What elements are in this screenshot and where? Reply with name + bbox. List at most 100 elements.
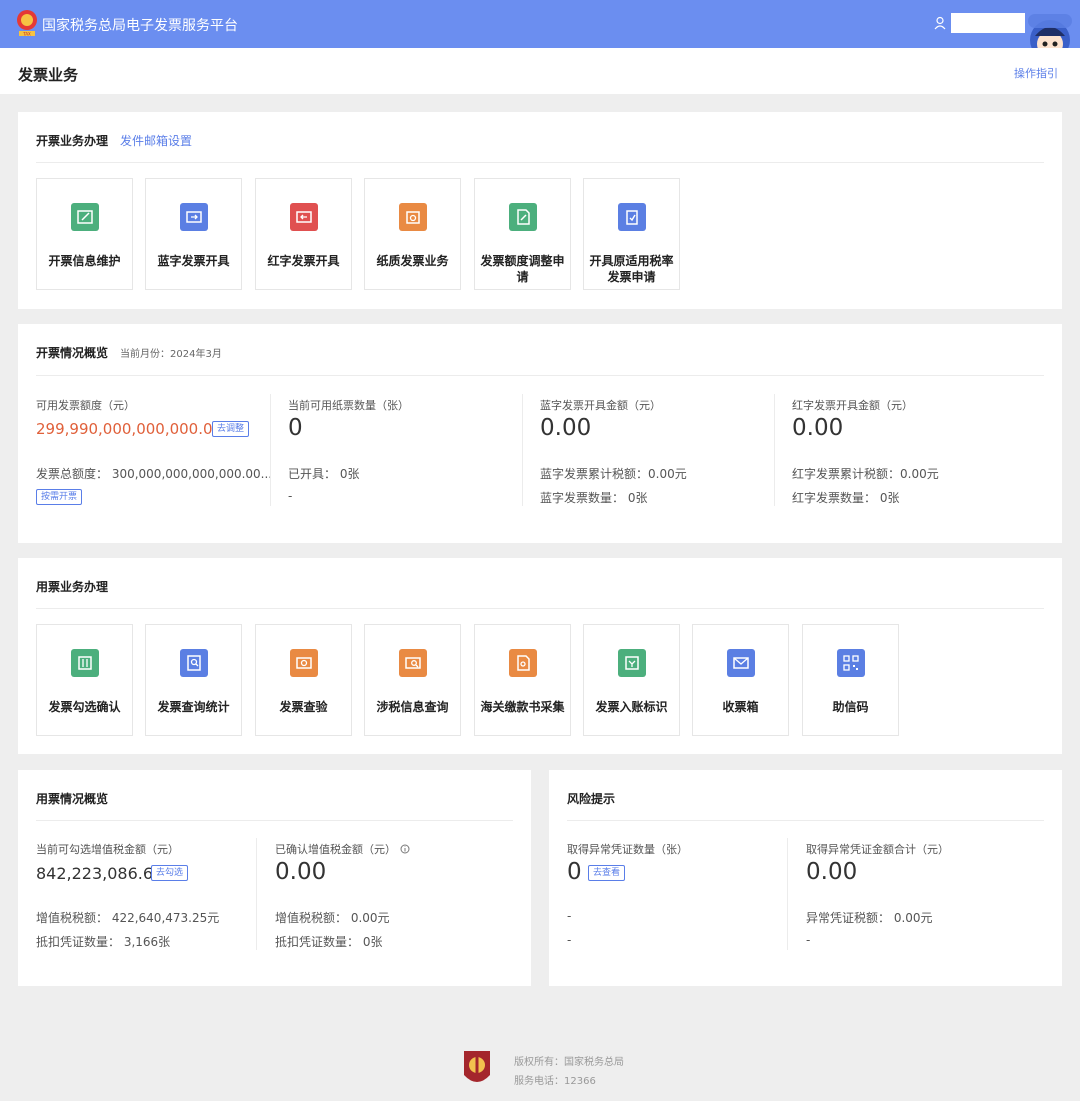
tile-customs-payment-collect[interactable]: 海关缴款书采集 (474, 624, 571, 736)
user-icon[interactable] (934, 16, 946, 30)
tile-blue-invoice-issue[interactable]: 蓝字发票开具 (145, 178, 242, 290)
confirmed-count-line: 抵扣凭证数量： 0张 (275, 935, 383, 949)
top-bar: TAX 国家税务总局电子发票服务平台 (0, 0, 1080, 60)
tax-info-query-icon (399, 649, 427, 677)
issue-overview-card: 开票情况概览 当前月份：2024年3月 可用发票额度（元） 299,990,000… (18, 324, 1062, 543)
abnormal-tax-line: 异常凭证税额： 0.00元 (806, 911, 933, 925)
page-title: 发票业务 (18, 66, 79, 84)
column-divider (522, 394, 523, 506)
quota-adjust-icon (509, 203, 537, 231)
tile-label: 纸质发票业务 (376, 254, 449, 268)
tile-red-invoice-issue[interactable]: 红字发票开具 (255, 178, 352, 290)
tax-bureau-emblem-icon (464, 1051, 490, 1082)
tile-label: 发票额度调整申请 (480, 254, 565, 284)
column-divider (774, 394, 775, 506)
sender-email-settings-link[interactable]: 发件邮箱设置 (120, 134, 192, 148)
tile-label: 发票查验 (279, 700, 328, 714)
confirmed-vat-value: 0.00 (275, 859, 327, 885)
tile-label: 发票查询统计 (157, 700, 230, 714)
column-divider (256, 838, 257, 950)
red-tax-line: 红字发票累计税额：0.00元 (792, 467, 939, 481)
tile-label: 发票入账标识 (595, 700, 668, 714)
operation-guide-link[interactable]: 操作指引 (1014, 65, 1058, 81)
mailbox-icon (727, 649, 755, 677)
tile-label: 红字发票开具 (267, 254, 340, 268)
tile-tax-info-query[interactable]: 涉税信息查询 (364, 624, 461, 736)
divider (36, 820, 513, 821)
blue-invoice-icon (180, 203, 208, 231)
confirmed-vat-heading: 已确认增值税金额（元） (275, 841, 410, 857)
qr-code-icon (837, 649, 865, 677)
issue-overview-title: 开票情况概览 (36, 346, 109, 360)
paper-invoice-icon (399, 203, 427, 231)
invoice-ledger-icon (618, 649, 646, 677)
use-overview-card: 用票情况概览 当前可勾选增值税金额（元） 842,223,086.60 去勾选 … (18, 770, 531, 986)
issue-overview-heading: 开票情况概览 当前月份：2024年3月 (36, 344, 222, 361)
tile-label: 助信码 (832, 700, 869, 714)
divider (36, 608, 1044, 609)
customs-collect-icon (509, 649, 537, 677)
info-icon[interactable] (400, 844, 410, 854)
available-quota-label: 可用发票额度（元） (36, 399, 135, 412)
red-invoice-icon (290, 203, 318, 231)
tile-label: 开具原适用税率发票申请 (589, 254, 674, 284)
footer-copyright: 版权所有：国家税务总局 (514, 1057, 624, 1068)
selectable-vat-label: 当前可勾选增值税金额（元） (36, 843, 179, 856)
paper-issued-line: 已开具： 0张 (288, 467, 360, 481)
red-amount-label: 红字发票开具金额（元） (792, 399, 913, 412)
tile-invoice-ledger-mark[interactable]: 发票入账标识 (583, 624, 680, 736)
divider (567, 820, 1044, 821)
edit-invoice-icon (71, 203, 99, 231)
page-header: 发票业务 操作指引 (0, 48, 1080, 94)
total-quota-line: 发票总额度： 300,000,000,000,000.00... (36, 467, 273, 481)
abnormal-count-line2: - (567, 933, 572, 947)
go-view-button[interactable]: 去查看 (588, 865, 626, 881)
abnormal-amount-line2: - (806, 933, 811, 947)
blue-count-line: 蓝字发票数量： 0张 (540, 491, 648, 505)
confirmed-tax-line: 增值税税额： 0.00元 (275, 911, 390, 925)
svg-text:TAX: TAX (22, 31, 31, 36)
app-title: 国家税务总局电子发票服务平台 (42, 18, 238, 34)
selectable-tax-line: 增值税税额： 422,640,473.25元 (36, 911, 220, 925)
tile-invoice-select-confirm[interactable]: 发票勾选确认 (36, 624, 133, 736)
blue-amount-value: 0.00 (540, 415, 592, 441)
issue-business-title: 开票业务办理 (36, 134, 109, 148)
use-business-title: 用票业务办理 (36, 580, 109, 594)
tile-assist-code[interactable]: 助信码 (802, 624, 899, 736)
abnormal-amount-label: 取得异常凭证金额合计（元） (806, 843, 949, 856)
on-demand-issue-button[interactable]: 按需开票 (36, 489, 83, 505)
red-count-line: 红字发票数量： 0张 (792, 491, 900, 505)
invoice-query-icon (180, 649, 208, 677)
issue-business-card: 开票业务办理 发件邮箱设置 开票信息维护 蓝字发票开具 红字发票开具 纸质发票业务… (18, 112, 1062, 309)
tile-label: 开票信息维护 (48, 254, 121, 268)
available-quota-value: 299,990,000,000,000.00 (36, 420, 223, 438)
tile-invoice-query-stats[interactable]: 发票查询统计 (145, 624, 242, 736)
issue-business-heading: 开票业务办理 发件邮箱设置 (36, 132, 192, 149)
tile-invoice-verify[interactable]: 发票查验 (255, 624, 352, 736)
go-select-button[interactable]: 去勾选 (151, 865, 189, 881)
paper-count-label: 当前可用纸票数量（张） (288, 399, 409, 412)
tile-paper-invoice-business[interactable]: 纸质发票业务 (364, 178, 461, 290)
column-divider (787, 838, 788, 950)
tile-label: 收票箱 (722, 700, 759, 714)
footer-phone: 服务电话：12366 (514, 1076, 596, 1087)
abnormal-amount-value: 0.00 (806, 859, 858, 885)
tile-label: 海关缴款书采集 (480, 700, 565, 714)
tile-invoice-mailbox[interactable]: 收票箱 (692, 624, 789, 736)
tax-emblem-logo: TAX (17, 10, 37, 36)
abnormal-count-line1: - (567, 909, 572, 923)
user-name-box[interactable] (951, 13, 1025, 33)
selectable-count-line: 抵扣凭证数量： 3,166张 (36, 935, 171, 949)
abnormal-count-value: 0 (567, 859, 582, 885)
tile-quota-adjust-apply[interactable]: 发票额度调整申请 (474, 178, 571, 290)
paper-dash: - (288, 489, 293, 503)
red-amount-value: 0.00 (792, 415, 844, 441)
divider (36, 162, 1044, 163)
tile-invoice-info-maintain[interactable]: 开票信息维护 (36, 178, 133, 290)
invoice-select-icon (71, 649, 99, 677)
adjust-quota-button[interactable]: 去调整 (212, 421, 250, 437)
tile-original-rate-invoice-apply[interactable]: 开具原适用税率发票申请 (583, 178, 680, 290)
use-business-card: 用票业务办理 发票勾选确认 发票查询统计 发票查验 涉税信息查询 海关缴款书采集 (18, 558, 1062, 754)
blue-amount-label: 蓝字发票开具金额（元） (540, 399, 661, 412)
tile-label: 涉税信息查询 (376, 700, 449, 714)
